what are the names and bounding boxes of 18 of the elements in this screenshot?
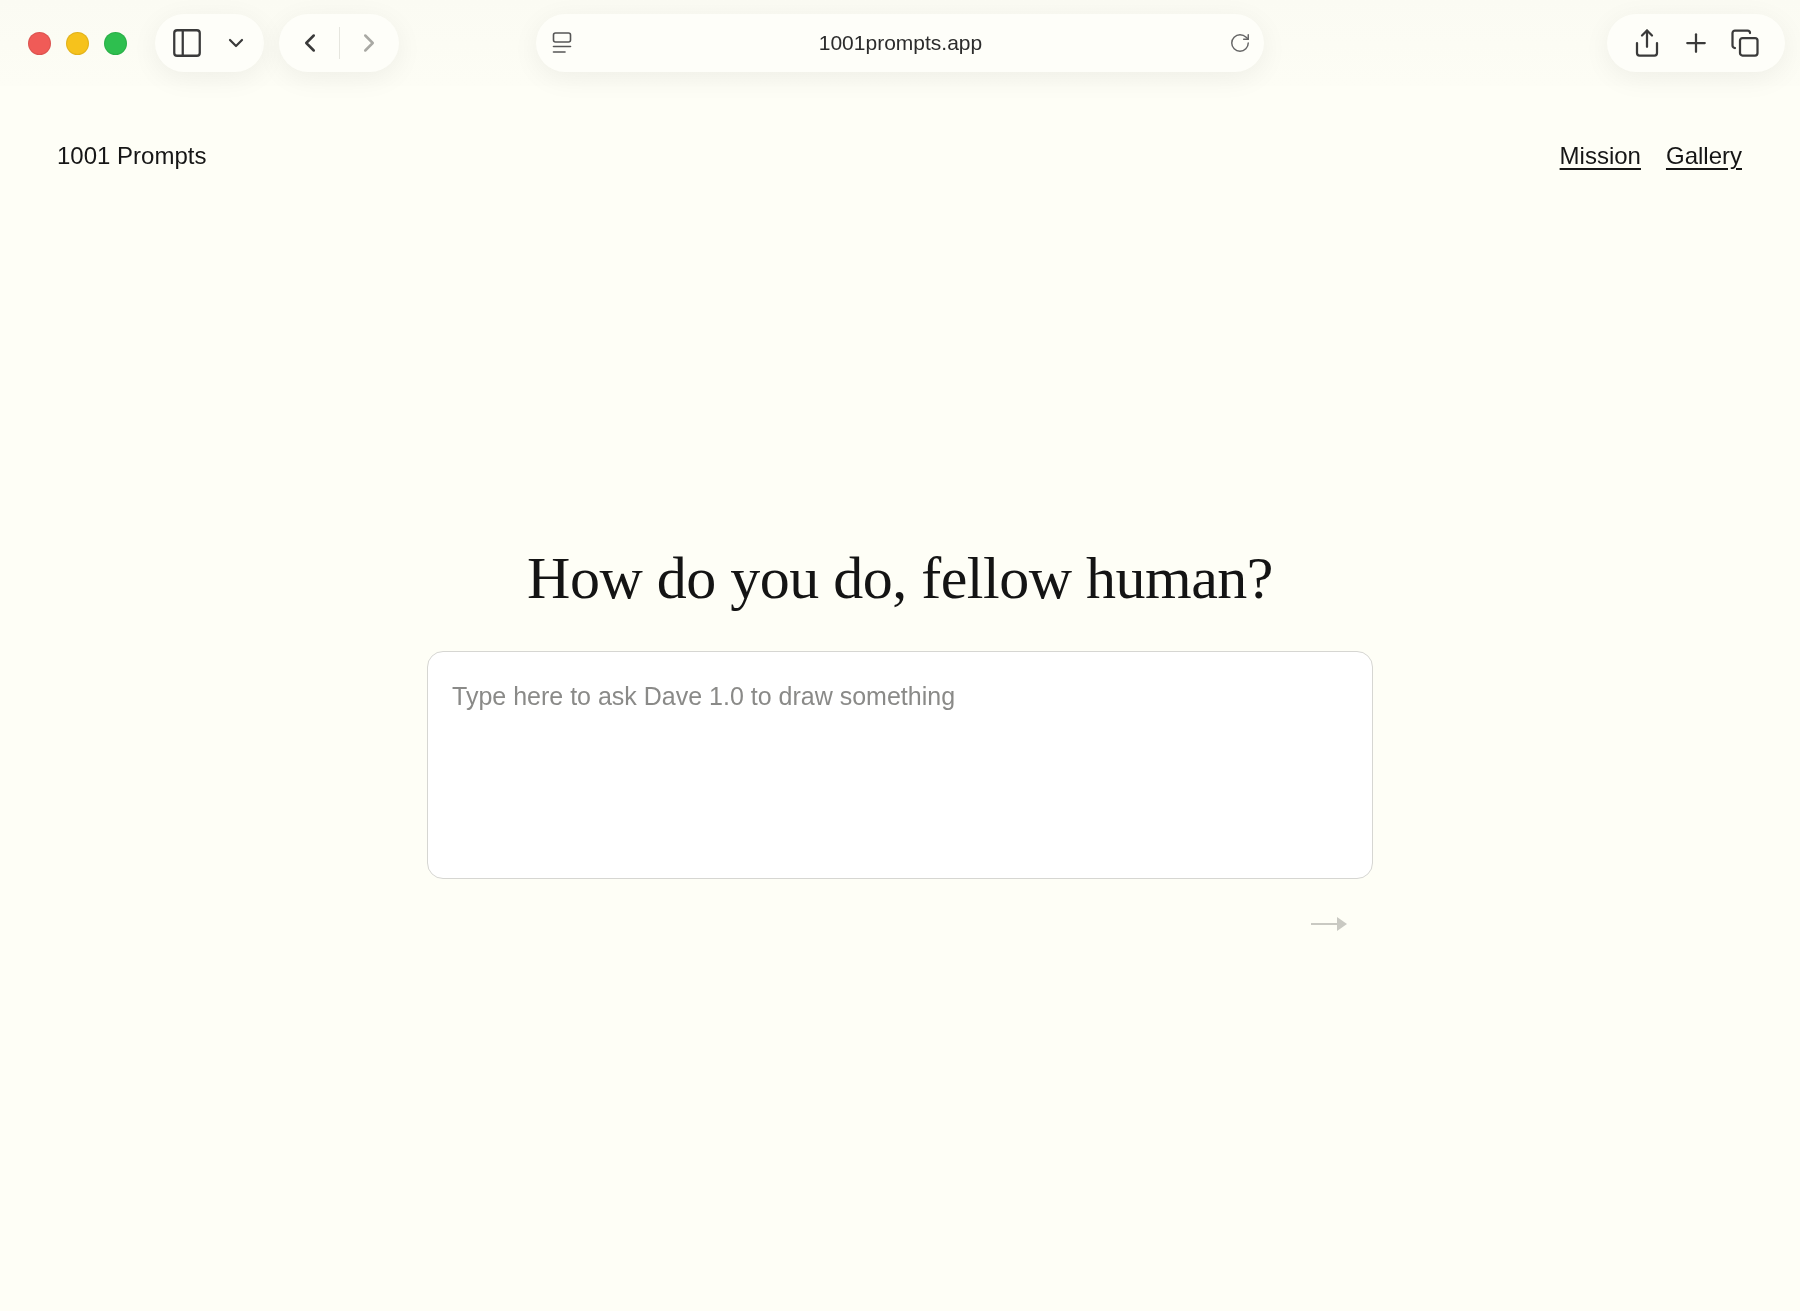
- sidebar-toggle-button[interactable]: [170, 26, 204, 60]
- url-text: 1001prompts.app: [817, 31, 984, 55]
- nav-link[interactable]: Gallery: [1665, 141, 1742, 171]
- reload-button[interactable]: [1229, 32, 1251, 54]
- maximize-window-button[interactable]: [104, 31, 127, 55]
- prompt-input[interactable]: Type here to ask Dave 1.0 to draw something: [427, 651, 1373, 879]
- site-logo[interactable]: 1001 Prompts: [57, 141, 207, 171]
- tabs-icon: [1730, 28, 1760, 58]
- reader-icon: [552, 32, 572, 54]
- arrow-right-icon: [1311, 917, 1347, 931]
- address-bar[interactable]: 1001prompts.app: [536, 14, 1264, 72]
- sidebar-icon: [170, 26, 204, 60]
- reader-button[interactable]: [552, 32, 572, 54]
- page-heading: How do you do, fellow human?: [527, 544, 1273, 613]
- tab-overview-button[interactable]: [1730, 28, 1760, 58]
- close-window-button[interactable]: [28, 31, 51, 55]
- nav-link[interactable]: Mission: [1559, 141, 1641, 171]
- reload-icon: [1229, 32, 1251, 54]
